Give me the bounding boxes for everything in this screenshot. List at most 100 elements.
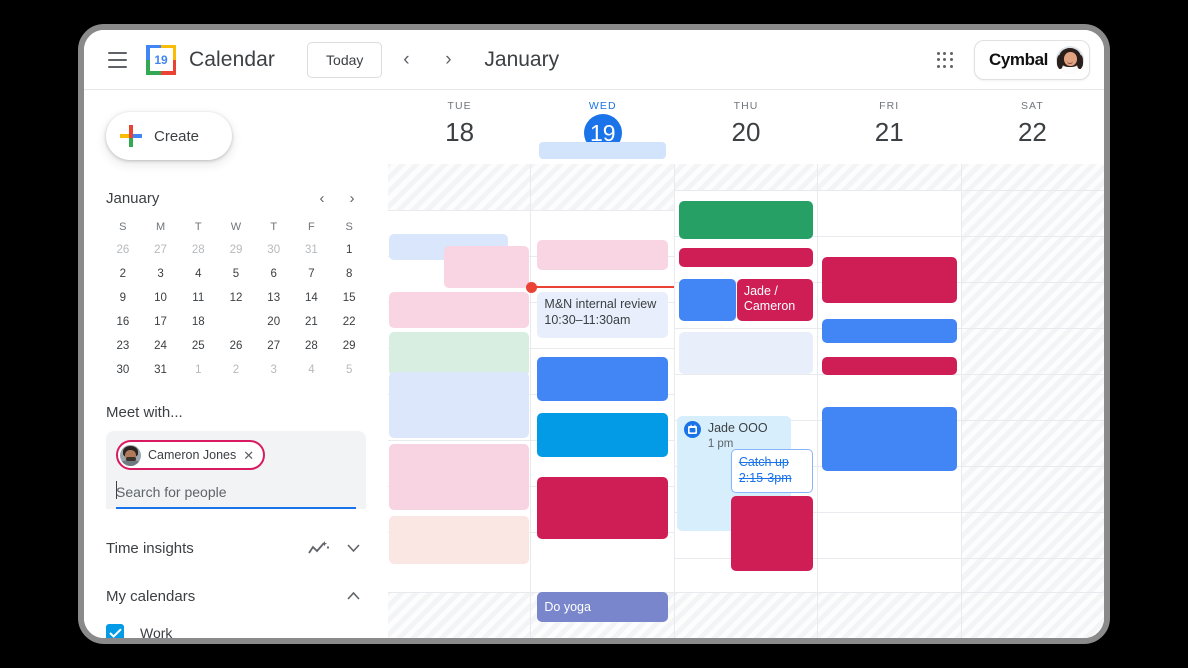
mini-calendar-day[interactable]: 13 — [255, 286, 293, 310]
account-switcher[interactable]: Cymbal — [973, 39, 1090, 80]
day-column-wed-19[interactable]: M&N internal review 10:30–11:30am Do yog… — [526, 142, 674, 638]
mini-calendar-day[interactable]: 22 — [330, 310, 368, 334]
mini-calendar-day[interactable]: 30 — [255, 238, 293, 262]
day-column-tue-18[interactable] — [388, 164, 531, 638]
event-block[interactable] — [389, 444, 530, 510]
mini-calendar-day[interactable]: 26 — [104, 238, 142, 262]
main-menu-icon[interactable] — [100, 43, 134, 77]
mini-calendar-day[interactable]: 26 — [217, 334, 255, 358]
mini-calendar-day[interactable]: 28 — [293, 334, 331, 358]
event-block[interactable] — [822, 357, 957, 375]
event-block[interactable] — [678, 248, 814, 267]
event-block[interactable] — [537, 477, 668, 539]
event-block[interactable] — [389, 372, 530, 438]
mini-calendar-day[interactable]: 20 — [255, 310, 293, 334]
mini-calendar-day[interactable]: 28 — [179, 238, 217, 262]
mini-calendar-day[interactable]: 31 — [142, 358, 180, 382]
mini-calendar-day[interactable]: 6 — [255, 262, 293, 286]
day-header-date[interactable]: 20 — [732, 117, 761, 147]
close-icon[interactable]: ✕ — [243, 449, 254, 462]
mini-calendar-day[interactable]: 27 — [142, 238, 180, 262]
mini-calendar-day[interactable]: 7 — [293, 262, 331, 286]
mini-calendar-day[interactable]: 24 — [142, 334, 180, 358]
person-chip-cameron-jones[interactable]: Cameron Jones ✕ — [116, 440, 266, 470]
checkbox-work[interactable] — [106, 624, 124, 638]
mini-calendar-day[interactable]: 8 — [330, 262, 368, 286]
event-do-yoga[interactable]: Do yoga — [537, 592, 668, 622]
next-period-icon[interactable]: › — [430, 42, 466, 78]
search-people-field[interactable] — [116, 477, 356, 509]
mini-calendar-day[interactable]: 12 — [217, 286, 255, 310]
event-block[interactable] — [678, 332, 814, 374]
previous-period-icon[interactable]: ‹ — [388, 42, 424, 78]
mini-calendar-day[interactable]: 21 — [293, 310, 331, 334]
event-block[interactable] — [537, 240, 668, 270]
day-header-thu-20[interactable]: THU 20 — [674, 90, 817, 164]
my-calendars-header[interactable]: My calendars — [106, 583, 366, 609]
event-block[interactable] — [537, 413, 668, 457]
mini-calendar-prev-icon[interactable]: ‹ — [308, 184, 336, 212]
mini-calendar-day[interactable]: 29 — [330, 334, 368, 358]
mini-calendar-day[interactable]: 5 — [217, 262, 255, 286]
apps-grid-icon[interactable] — [928, 43, 962, 77]
mini-calendar-day[interactable]: 3 — [142, 262, 180, 286]
event-block[interactable] — [389, 332, 530, 376]
day-header-date[interactable]: 18 — [445, 117, 474, 147]
mini-calendar-day[interactable]: 4 — [293, 358, 331, 382]
mini-calendar-day[interactable]: 18 — [179, 310, 217, 334]
mini-calendar-day[interactable]: 11 — [179, 286, 217, 310]
event-block[interactable] — [678, 279, 736, 321]
mini-calendar-day[interactable]: 23 — [104, 334, 142, 358]
mini-calendar-day[interactable]: 5 — [330, 358, 368, 382]
event-block[interactable] — [678, 201, 814, 239]
mini-calendar-day[interactable]: 2 — [217, 358, 255, 382]
mini-calendar-day[interactable]: 25 — [179, 334, 217, 358]
event-block[interactable] — [822, 257, 957, 303]
mini-calendar-day[interactable]: 4 — [179, 262, 217, 286]
mini-calendar-day[interactable]: 15 — [330, 286, 368, 310]
chevron-up-icon[interactable] — [340, 583, 366, 609]
event-block[interactable] — [822, 319, 957, 343]
day-column-fri-21[interactable] — [817, 164, 961, 638]
mini-calendar-day[interactable]: 31 — [293, 238, 331, 262]
google-calendar-logo-icon[interactable]: 19 — [146, 44, 176, 75]
event-block[interactable] — [389, 516, 530, 564]
event-block[interactable] — [537, 357, 668, 401]
event-block[interactable] — [389, 292, 530, 328]
event-block[interactable] — [444, 246, 530, 288]
mini-calendar-day[interactable]: 27 — [255, 334, 293, 358]
day-header-date[interactable]: 22 — [1018, 117, 1047, 147]
calendar-item-work[interactable]: Work — [106, 617, 366, 638]
event-catch-up[interactable]: Catch up 2:15-3pm — [730, 449, 814, 493]
mini-calendar-day[interactable]: 9 — [104, 286, 142, 310]
event-mn-internal-review[interactable]: M&N internal review 10:30–11:30am — [537, 292, 668, 338]
create-button[interactable]: Create — [106, 112, 232, 160]
mini-calendar-day[interactable]: 14 — [293, 286, 331, 310]
search-people-input[interactable] — [116, 484, 356, 500]
mini-calendar-day[interactable]: 3 — [255, 358, 293, 382]
chevron-down-icon[interactable] — [340, 535, 366, 561]
mini-calendar-day[interactable]: 29 — [217, 238, 255, 262]
mini-calendar-day-selected[interactable]: 19 — [217, 310, 255, 334]
mini-calendar-day[interactable]: 16 — [104, 310, 142, 334]
today-button[interactable]: Today — [307, 41, 383, 78]
event-block[interactable] — [730, 496, 814, 571]
mini-calendar-day[interactable]: 10 — [142, 286, 180, 310]
avatar[interactable] — [1056, 45, 1084, 74]
mini-calendar-day[interactable]: 17 — [142, 310, 180, 334]
mini-calendar-day[interactable]: 30 — [104, 358, 142, 382]
mini-calendar-day[interactable]: 1 — [179, 358, 217, 382]
all-day-event-block[interactable] — [539, 142, 666, 159]
day-column-sat-22[interactable] — [960, 164, 1104, 638]
day-header-date[interactable]: 21 — [875, 117, 904, 147]
day-header-sat-22[interactable]: SAT 22 — [961, 90, 1104, 164]
day-column-thu-20[interactable]: Jade / Cameron Jade OOO 1 pm Catch up 2:… — [673, 164, 818, 638]
day-header-fri-21[interactable]: FRI 21 — [818, 90, 961, 164]
time-insights-header[interactable]: Time insights — [106, 535, 366, 561]
event-jade-cameron[interactable]: Jade / Cameron — [736, 279, 814, 321]
mini-calendar-next-icon[interactable]: › — [338, 184, 366, 212]
mini-calendar-day[interactable]: 1 — [330, 238, 368, 262]
day-header-tue-18[interactable]: TUE 18 — [388, 90, 531, 164]
mini-calendar-day[interactable]: 2 — [104, 262, 142, 286]
event-block[interactable] — [822, 407, 957, 471]
